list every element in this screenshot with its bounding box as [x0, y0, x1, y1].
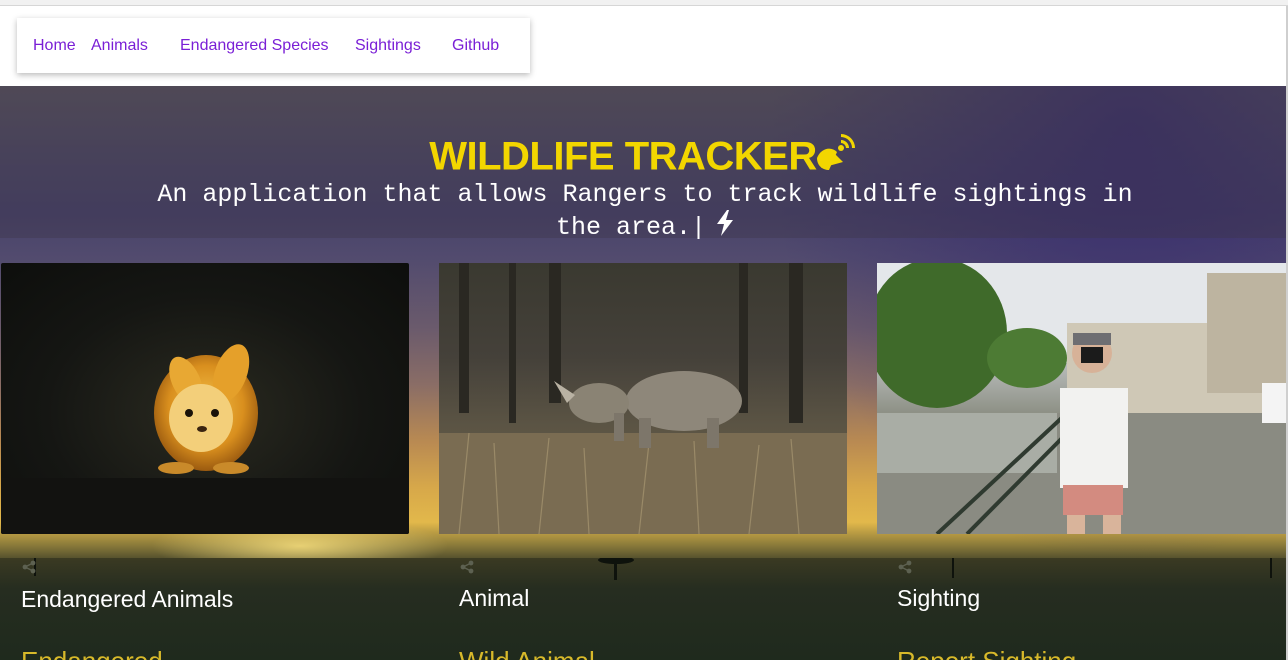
nav-home-link[interactable]: Home	[33, 18, 76, 73]
satellite-dish-icon	[815, 134, 859, 184]
squirrel-illustration	[1, 344, 409, 534]
share-icon[interactable]	[460, 560, 474, 574]
page-subtitle-text: An application that allows Rangers to tr…	[157, 180, 1133, 243]
photographer-photo	[877, 263, 1286, 534]
share-icon[interactable]	[898, 560, 912, 574]
rhino-photo	[439, 263, 847, 534]
share-icon[interactable]	[22, 560, 36, 574]
card-title-sighting: Sighting	[897, 585, 981, 611]
squirrel-photo	[1, 263, 409, 534]
navbar: Home Animals Endangered Species Sighting…	[0, 6, 1288, 86]
page-title: WILDLIFE TRACKER	[0, 134, 1286, 184]
card-title-animal: Animal	[459, 585, 530, 611]
report-sighting-link[interactable]: Report Sighting	[897, 646, 1076, 660]
wild-animal-link[interactable]: Wild Animal	[459, 646, 595, 660]
lightning-bolt-icon	[716, 210, 734, 245]
nav-animals-link[interactable]: Animals	[91, 18, 148, 73]
nav-sightings-link[interactable]: Sightings	[355, 18, 421, 73]
hero-section: WILDLIFE TRACKER An application that all…	[0, 86, 1288, 660]
page-title-text: WILDLIFE TRACKER	[429, 134, 817, 179]
page-subtitle: An application that allows Rangers to tr…	[140, 180, 1150, 245]
nav-endangered-species-link[interactable]: Endangered Species	[180, 18, 329, 73]
card-title-endangered: Endangered Animals	[21, 586, 234, 612]
rhino-illustration	[439, 263, 847, 534]
nav-menu: Home Animals Endangered Species Sighting…	[17, 18, 530, 73]
endangered-link[interactable]: Endangered	[21, 646, 163, 660]
nav-github-link[interactable]: Github	[452, 18, 499, 73]
photographer-illustration	[877, 263, 1286, 534]
